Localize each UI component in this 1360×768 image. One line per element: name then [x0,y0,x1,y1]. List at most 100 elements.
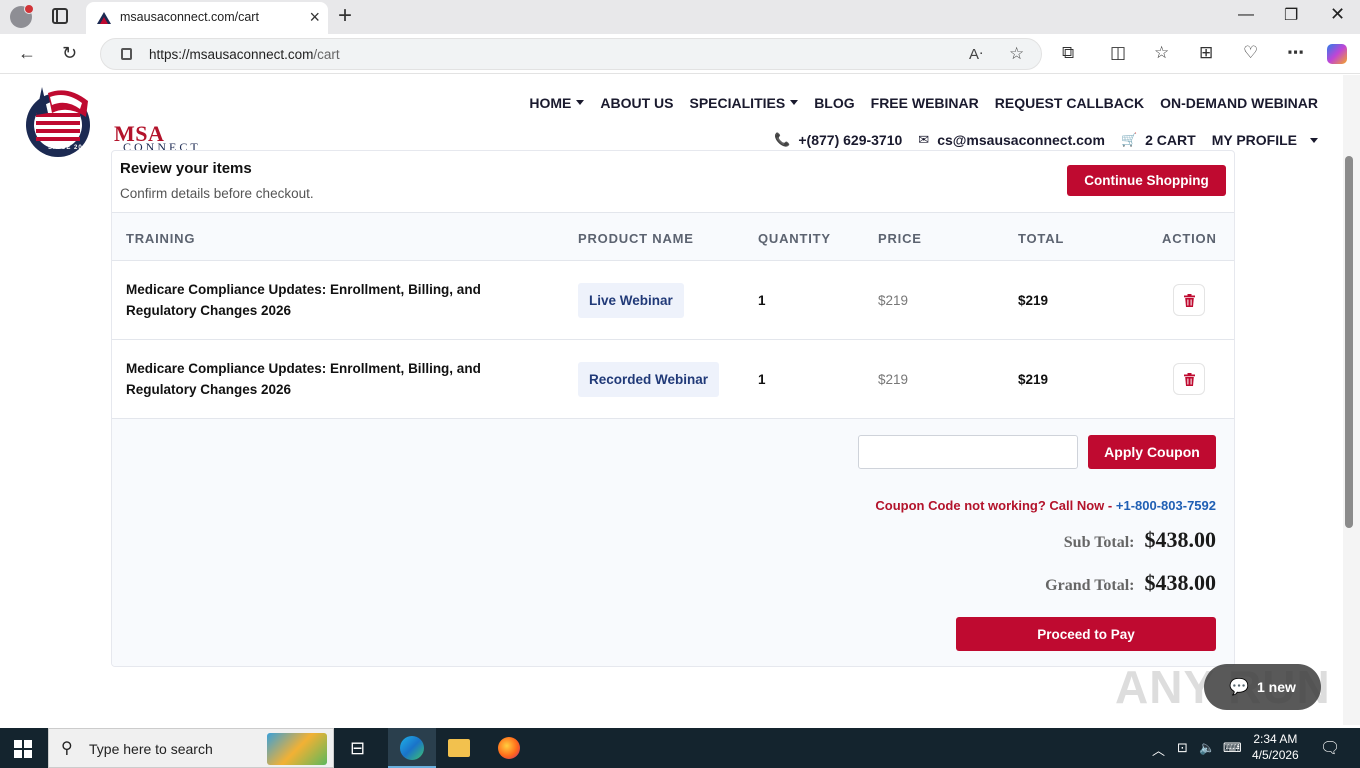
file-explorer-icon[interactable] [448,739,470,757]
menu-specialities[interactable]: SPECIALITIES [690,95,799,111]
review-title: Review your items [120,160,252,177]
table-row: Medicare Compliance Updates: Enrollment,… [112,340,1234,419]
menu-about-us[interactable]: ABOUT US [600,95,673,111]
browser-tab-strip: msausaconnect.com/cart × + — ❐ ✕ [0,0,1360,34]
read-aloud-icon[interactable]: Aᐧ [969,45,983,63]
price-value: $219 [878,372,909,387]
search-icon: ⚲ [61,740,73,757]
refresh-icon[interactable]: ↻ [62,43,77,63]
phone-icon: 📞 [774,132,791,147]
product-badge: Live Webinar [578,283,684,318]
grand-total-row: Grand Total: $438.00 [1045,570,1216,596]
apply-coupon-button[interactable]: Apply Coupon [1088,435,1216,469]
training-name: Medicare Compliance Updates: Enrollment,… [126,361,481,397]
total-value: $219 [1018,293,1049,308]
cart-summary: Apply Coupon Coupon Code not working? Ca… [112,419,1234,666]
cart-card-header: Review your items Confirm details before… [112,151,1234,213]
quantity-value: 1 [758,293,766,308]
tray-keyboard-icon[interactable]: ⌨ [1223,740,1242,756]
coupon-input[interactable] [858,435,1078,469]
tray-chevron-icon[interactable]: ︿ [1152,740,1165,759]
taskbar-edge-active[interactable] [388,728,436,768]
subtotal-label: Sub Total: [1063,534,1135,551]
back-icon[interactable]: ← [18,43,36,63]
tab-actions-icon[interactable] [52,8,68,24]
contact-bar: 📞 +(877) 629-3710 ✉ cs@msausaconnect.com… [774,132,1318,148]
profile-avatar-icon[interactable] [10,4,34,28]
favorite-star-icon[interactable]: ☆ [1009,44,1024,64]
header-email-text: cs@msausaconnect.com [937,132,1105,148]
clock-time: 2:34 AM [1253,732,1298,746]
menu-home[interactable]: HOME [529,95,584,111]
grand-total-value: $438.00 [1144,570,1217,595]
chat-notification-button[interactable]: 💬 1 new [1204,664,1321,710]
edge-icon [400,736,424,760]
clock-date: 4/5/2026 [1252,748,1299,762]
header-profile-menu[interactable]: MY PROFILE [1212,132,1318,148]
menu-request-callback[interactable]: REQUEST CALLBACK [995,95,1144,111]
scrollbar-thumb[interactable] [1345,156,1353,528]
continue-shopping-button[interactable]: Continue Shopping [1067,165,1226,196]
product-badge: Recorded Webinar [578,362,720,397]
menu-on-demand-webinar[interactable]: ON-DEMAND WEBINAR [1160,95,1318,111]
tab-title: msausaconnect.com/cart [120,10,259,24]
window-close-icon[interactable]: ✕ [1330,4,1345,25]
more-menu-icon[interactable]: ⋯ [1287,43,1304,63]
extensions-icon[interactable]: ⧉ [1062,43,1074,63]
tab-close-icon[interactable]: × [309,8,320,26]
minimize-icon[interactable]: — [1238,6,1254,24]
new-tab-icon[interactable]: + [338,4,352,28]
site-logo[interactable]: MSA USA CONNECT SINCE 2023 [18,83,200,172]
col-action: ACTION [1162,231,1217,246]
collections-icon[interactable]: ⊞ [1199,43,1213,63]
coupon-help-phone-link[interactable]: +1-800-803-7592 [1116,498,1216,513]
url-text: https://msausaconnect.com/cart [149,47,340,62]
firefox-icon[interactable] [498,737,520,759]
browser-essentials-icon[interactable]: ♡ [1243,43,1258,63]
browser-toolbar: ← ↻ https://msausaconnect.com/cart Aᐧ ☆ … [0,34,1360,74]
browser-tab-active[interactable]: msausaconnect.com/cart × [86,2,328,34]
coupon-help-separator: - [1107,498,1113,513]
proceed-to-pay-button[interactable]: Proceed to Pay [956,617,1216,651]
split-screen-icon[interactable]: ◫ [1110,43,1126,63]
review-subtitle: Confirm details before checkout. [120,186,314,201]
header-phone-link[interactable]: 📞 +(877) 629-3710 [774,132,902,148]
delete-item-button[interactable] [1173,284,1205,316]
header-phone-text: +(877) 629-3710 [798,132,903,148]
header-cart-text: 2 CART [1145,132,1196,148]
lock-icon[interactable] [121,48,132,60]
table-row: Medicare Compliance Updates: Enrollment,… [112,261,1234,340]
site-favicon-icon [97,12,111,24]
trash-icon [1183,372,1195,386]
taskbar-clock[interactable]: 2:34 AM 4/5/2026 [1252,731,1299,763]
subtotal-row: Sub Total: $438.00 [1064,527,1216,553]
copilot-icon[interactable] [1327,44,1347,64]
tray-volume-icon[interactable]: 🔈 [1199,740,1215,756]
favorites-icon[interactable]: ☆ [1154,43,1169,63]
chat-notification-text: 1 new [1257,679,1296,695]
subtotal-value: $438.00 [1144,527,1217,552]
col-total: TOTAL [1018,231,1065,246]
total-value: $219 [1018,372,1049,387]
col-quantity: QUANTITY [758,231,831,246]
search-highlight-icon [267,733,327,765]
address-bar[interactable]: https://msausaconnect.com/cart Aᐧ ☆ [100,38,1042,70]
quantity-value: 1 [758,372,766,387]
delete-item-button[interactable] [1173,363,1205,395]
grand-total-label: Grand Total: [1045,577,1135,594]
menu-blog[interactable]: BLOG [814,95,854,111]
tray-network-icon[interactable]: ⊡ [1177,740,1188,756]
coupon-help-message: Coupon Code not working? Call Now [875,498,1105,513]
cart-icon: 🛒 [1120,132,1138,147]
taskbar-search-box[interactable]: ⚲ Type here to search [48,728,334,768]
notification-center-icon[interactable]: 🗨 [1320,738,1340,758]
windows-start-icon[interactable] [14,740,32,758]
task-view-icon[interactable]: ⊟ [350,738,365,759]
training-name: Medicare Compliance Updates: Enrollment,… [126,282,481,318]
main-menu: HOME ABOUT US SPECIALITIES BLOG FREE WEB… [529,95,1318,111]
restore-icon[interactable]: ❐ [1284,5,1298,25]
header-email-link[interactable]: ✉ cs@msausaconnect.com [918,132,1105,148]
menu-free-webinar[interactable]: FREE WEBINAR [871,95,979,111]
header-cart-link[interactable]: 🛒 2 CART [1121,132,1196,148]
col-training: TRAINING [126,231,196,246]
